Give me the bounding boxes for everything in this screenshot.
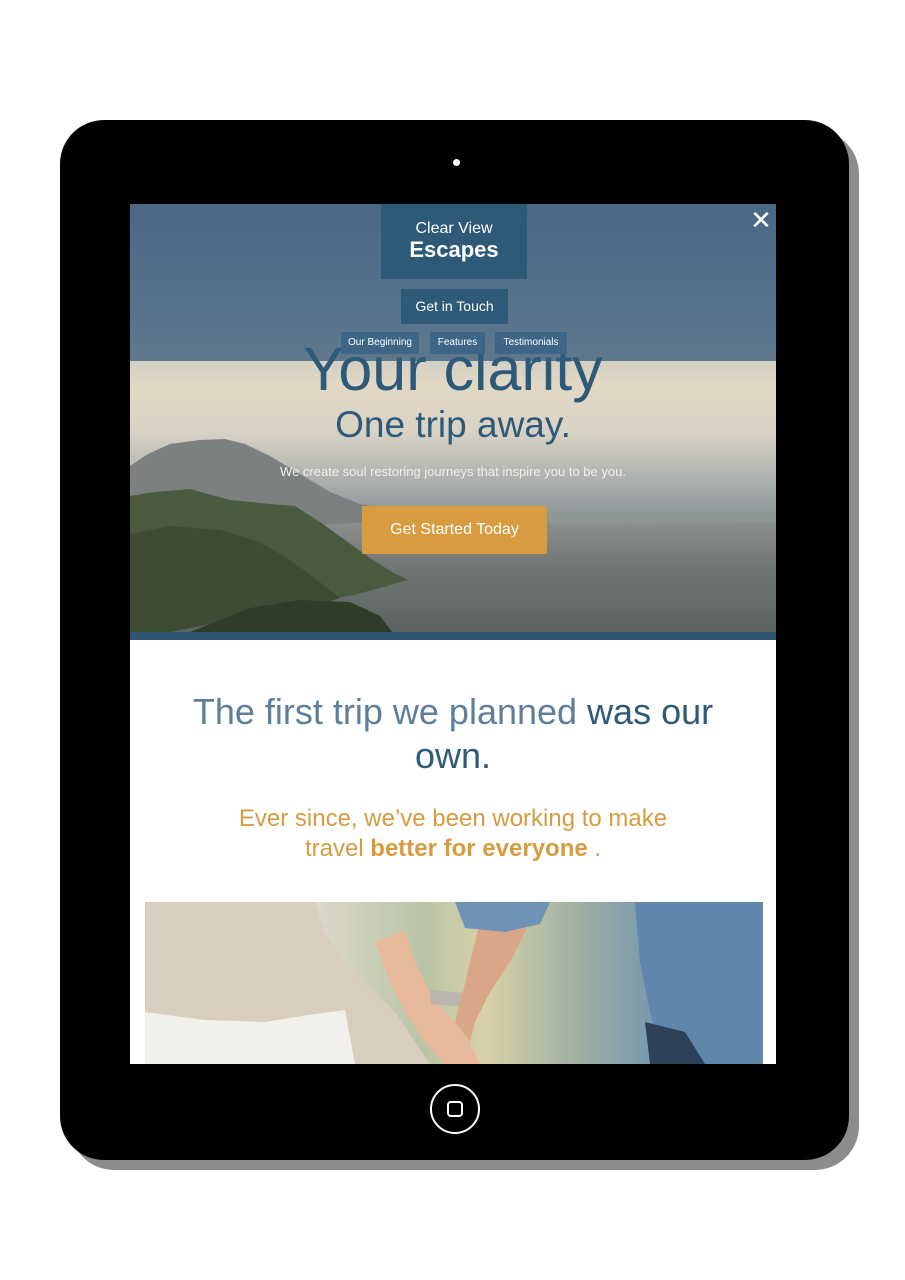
hero-section: Clear View Escapes ✕ Get in Touch Your c…: [130, 204, 776, 640]
screen: Clear View Escapes ✕ Get in Touch Your c…: [130, 204, 776, 1064]
nav-features[interactable]: Features: [430, 332, 485, 354]
story-title: The first trip we planned was our own.: [160, 690, 746, 778]
camera-icon: [453, 159, 460, 166]
hero-bottom-bar: [130, 632, 776, 640]
get-started-button[interactable]: Get Started Today: [362, 506, 547, 554]
story-title-light: The first trip we planned: [192, 691, 588, 732]
brand-line1: Clear View: [415, 220, 493, 237]
brand-line2: Escapes: [409, 237, 499, 262]
home-button[interactable]: [430, 1084, 480, 1134]
couple-photo: [145, 902, 763, 1064]
story-sub-end: .: [587, 835, 602, 862]
nav-our-beginning[interactable]: Our Beginning: [341, 332, 419, 354]
brand-logo[interactable]: Clear View Escapes: [381, 204, 527, 279]
story-sub-bold: better for everyone: [370, 835, 588, 862]
home-square-icon: [447, 1101, 463, 1117]
story-subtitle: Ever since, we’ve been working to make t…: [210, 804, 696, 864]
get-in-touch-button[interactable]: Get in Touch: [401, 289, 508, 324]
close-icon[interactable]: ✕: [750, 208, 772, 234]
hero-description: We create soul restoring journeys that i…: [280, 464, 626, 479]
nav-testimonials[interactable]: Testimonials: [495, 332, 567, 354]
hero-subtitle: One trip away.: [335, 404, 571, 445]
couple-photo-art: [145, 902, 763, 1064]
